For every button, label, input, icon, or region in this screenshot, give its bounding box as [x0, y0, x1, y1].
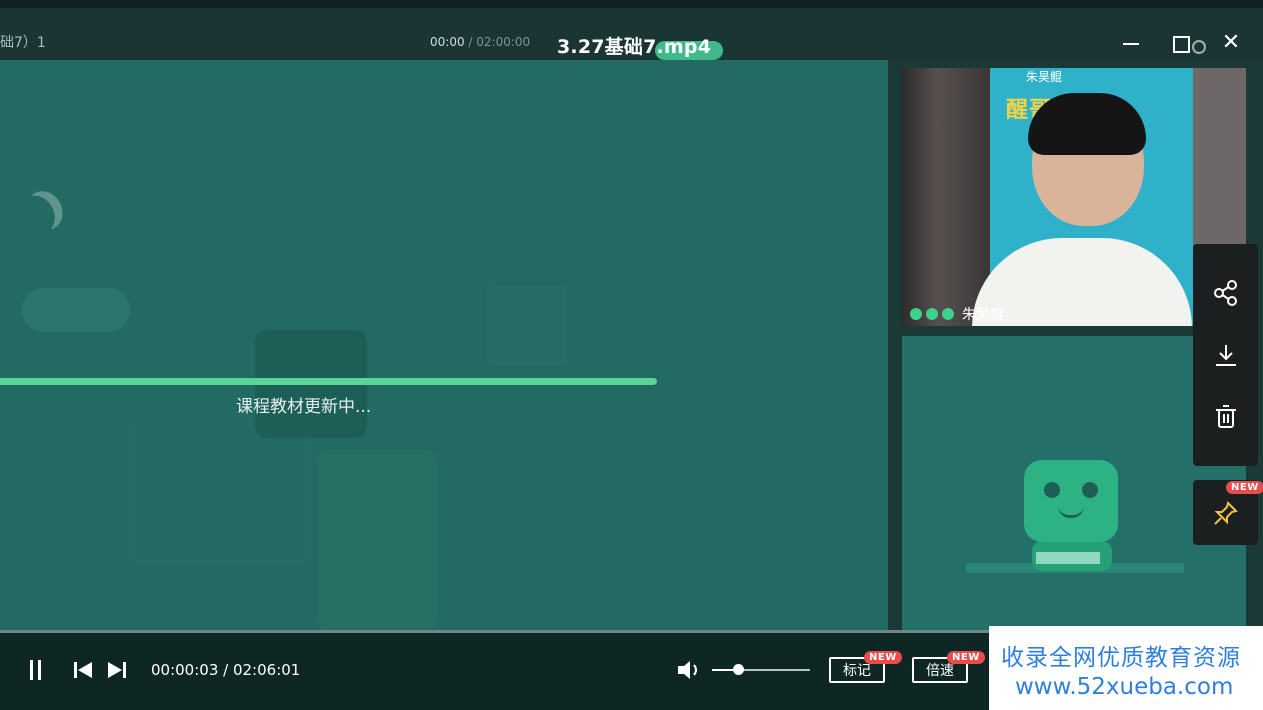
camera-status-row: 朱昊鲲 — [910, 305, 1004, 323]
teacher-hair — [1028, 93, 1146, 155]
background-shape — [487, 285, 567, 365]
trash-icon — [1215, 405, 1236, 428]
top-time-separator: / — [464, 35, 477, 49]
download-button[interactable] — [1193, 324, 1258, 386]
maximize-button[interactable] — [1170, 32, 1192, 54]
floating-actions — [1193, 244, 1258, 466]
robot-mascot-illustration — [1024, 460, 1118, 542]
title-bar: 础7）1 00:00 / 02:00:00 3.27基础7.mp4 ✕ — [0, 0, 1263, 60]
pin-icon — [1213, 500, 1238, 525]
share-button[interactable] — [1193, 262, 1258, 324]
camera-background-curtain — [902, 68, 990, 326]
video-title-wrap: 3.27基础7.mp4 — [557, 32, 723, 60]
video-title: 3.27基础7.mp4 — [557, 36, 712, 58]
speed-new-badge: NEW — [947, 651, 985, 664]
next-button[interactable] — [106, 661, 128, 679]
volume-icon[interactable] — [676, 658, 702, 682]
close-button[interactable]: ✕ — [1220, 32, 1242, 54]
total-time: 02:06:01 — [232, 661, 301, 679]
search-icon[interactable] — [1192, 40, 1206, 54]
robot-mouth — [1058, 506, 1084, 518]
top-time-current: 00:00 — [430, 35, 465, 49]
previous-button[interactable] — [72, 661, 94, 679]
share-icon — [1213, 280, 1237, 306]
loading-text: 课程教材更新中... — [236, 397, 372, 417]
top-time-total: 02:00:00 — [476, 35, 531, 49]
delete-button[interactable] — [1193, 386, 1258, 448]
playback-time: 00:00:03 / 02:06:01 — [151, 661, 300, 679]
robot-eye — [1082, 482, 1098, 498]
player-window: 础7）1 00:00 / 02:00:00 3.27基础7.mp4 ✕ 课程教材… — [0, 0, 1263, 710]
cloud-decoration — [22, 288, 130, 332]
book-illustration — [1036, 552, 1100, 564]
moon-decoration — [12, 189, 61, 241]
pin-new-badge: NEW — [1226, 481, 1263, 494]
breadcrumb: 础7）1 — [0, 35, 46, 51]
banner-teacher-name: 朱昊鲲 — [1026, 70, 1063, 84]
watermark-line-2: www.52xueba.com — [1015, 674, 1234, 700]
video-canvas[interactable]: 课程教材更新中... — [0, 60, 888, 630]
download-icon — [1215, 345, 1236, 366]
current-time: 00:00:03 — [151, 661, 219, 679]
minimize-button[interactable] — [1120, 32, 1142, 54]
pause-button[interactable] — [24, 658, 46, 682]
top-time-display: 00:00 / 02:00:00 — [430, 35, 530, 49]
robot-eye — [1044, 482, 1060, 498]
watermark: 收录全网优质教育资源 www.52xueba.com — [989, 626, 1263, 710]
watermark-line-1: 收录全网优质教育资源 — [1001, 645, 1241, 671]
loading-progress-bar — [0, 378, 658, 385]
background-shape — [318, 450, 438, 630]
location-icon — [926, 308, 938, 320]
teacher-name: 朱昊鲲 — [962, 307, 1004, 323]
mark-new-badge: NEW — [864, 651, 902, 664]
mic-icon — [910, 308, 922, 320]
time-separator: / — [218, 661, 233, 679]
user-icon — [942, 308, 954, 320]
